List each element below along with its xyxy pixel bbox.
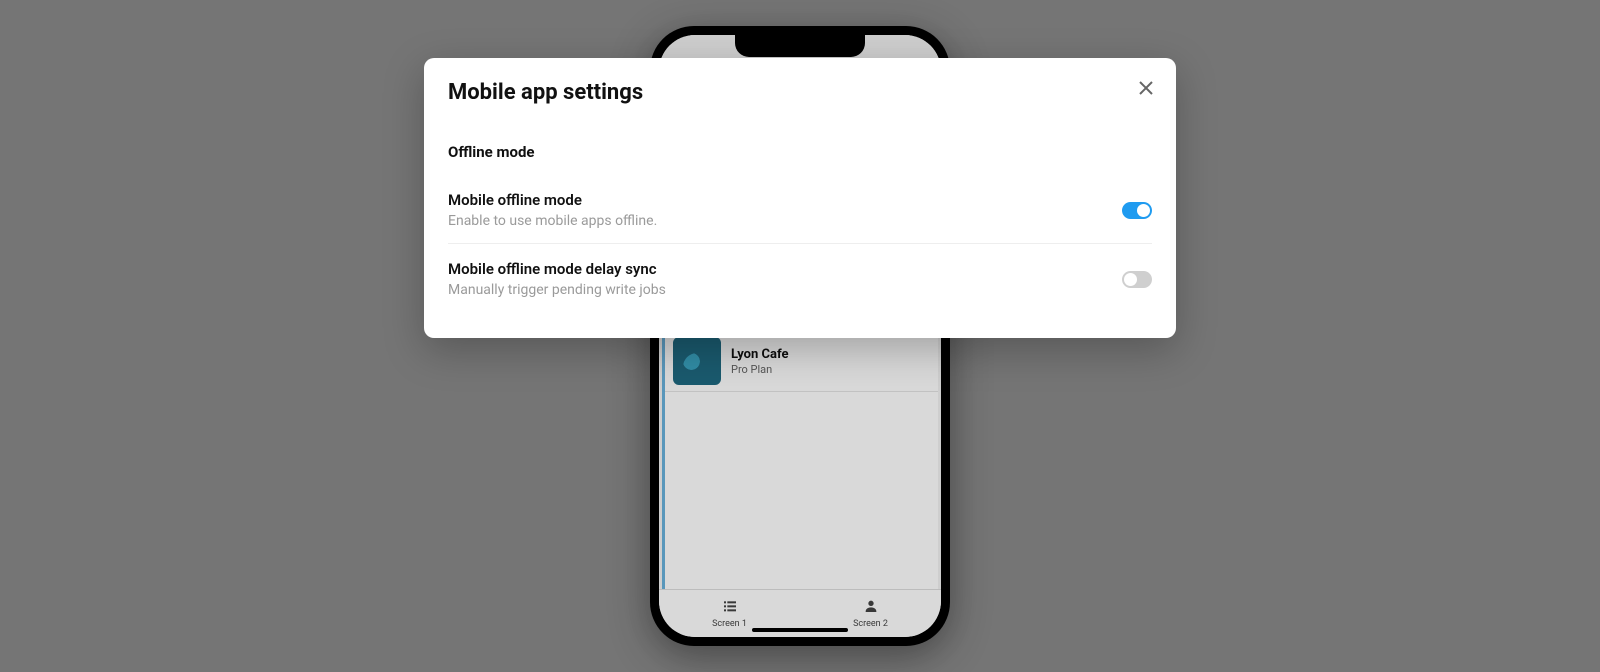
modal-overlay[interactable]: Mobile app settings Offline mode Mobile …	[0, 0, 1600, 672]
setting-row-offline-mode: Mobile offline mode Enable to use mobile…	[448, 183, 1152, 243]
setting-desc: Manually trigger pending write jobs	[448, 282, 666, 298]
close-icon	[1139, 81, 1153, 99]
close-button[interactable]	[1136, 80, 1156, 100]
toggle-offline-mode[interactable]	[1122, 202, 1152, 219]
setting-row-delay-sync: Mobile offline mode delay sync Manually …	[448, 243, 1152, 312]
setting-label: Mobile offline mode	[448, 191, 657, 209]
toggle-delay-sync[interactable]	[1122, 271, 1152, 288]
setting-label: Mobile offline mode delay sync	[448, 260, 666, 278]
section-title: Offline mode	[448, 143, 1152, 161]
setting-desc: Enable to use mobile apps offline.	[448, 213, 657, 229]
settings-modal: Mobile app settings Offline mode Mobile …	[424, 58, 1176, 338]
modal-title: Mobile app settings	[448, 80, 1152, 105]
